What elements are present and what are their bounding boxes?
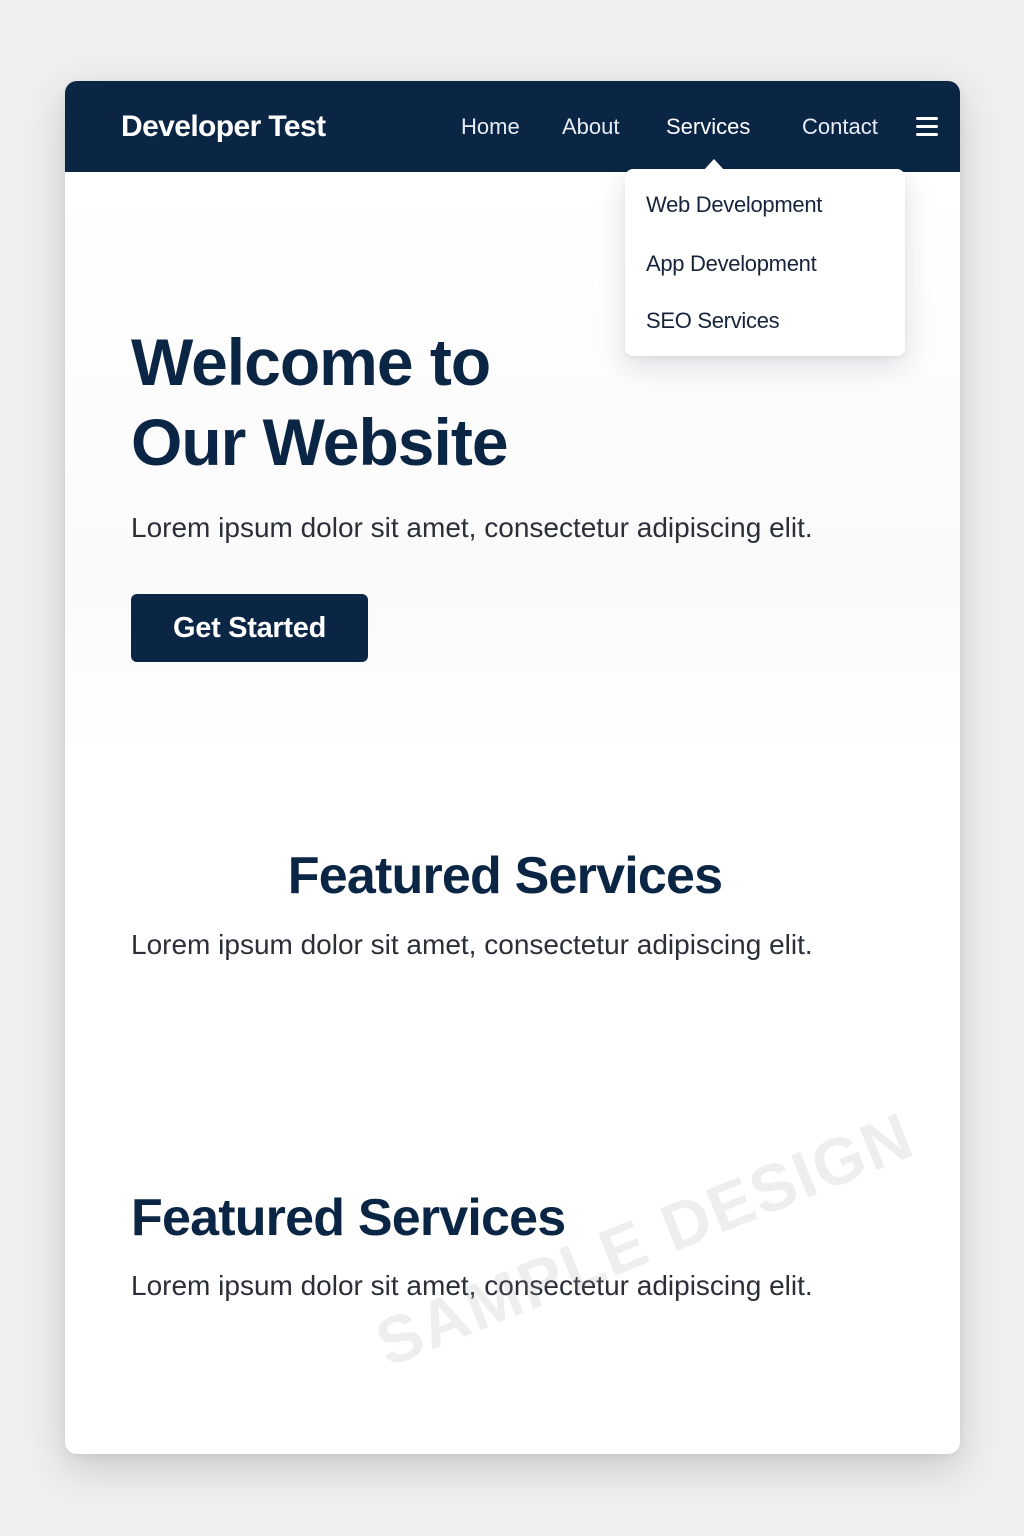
dropdown-item-seo-services[interactable]: SEO Services — [646, 307, 780, 335]
featured-services-heading: Featured Services — [131, 1189, 566, 1247]
menu-icon-bar — [916, 125, 938, 128]
dropdown-caret — [703, 159, 725, 171]
page-card: Developer Test Home About Services Conta… — [65, 81, 960, 1454]
brand-logo-text[interactable]: Developer Test — [121, 109, 326, 145]
hamburger-menu-icon[interactable] — [916, 117, 938, 137]
hero-description: Lorem ipsum dolor sit amet, consectetur … — [131, 512, 813, 543]
nav-link-services[interactable]: Services — [666, 113, 750, 141]
nav-link-contact[interactable]: Contact — [802, 113, 878, 141]
dropdown-item-app-development[interactable]: App Development — [646, 250, 817, 278]
get-started-button[interactable]: Get Started — [131, 594, 368, 662]
nav-link-home[interactable]: Home — [461, 113, 520, 141]
top-navbar: Developer Test Home About Services Conta… — [65, 81, 960, 172]
featured-services-heading: Featured Services — [287, 847, 723, 905]
featured-services-description: Lorem ipsum dolor sit amet, consectetur … — [131, 929, 813, 960]
menu-icon-bar — [916, 117, 938, 120]
services-dropdown-menu: Web Development App Development SEO Serv… — [625, 169, 905, 356]
hero-title: Welcome to Our Website — [131, 322, 651, 482]
hero-title-line-1: Welcome to — [131, 325, 491, 399]
featured-services-description: Lorem ipsum dolor sit amet, consectetur … — [131, 1270, 813, 1301]
nav-link-about[interactable]: About — [562, 113, 620, 141]
dropdown-item-web-development[interactable]: Web Development — [646, 191, 822, 219]
hero-title-line-2: Our Website — [131, 405, 509, 479]
menu-icon-bar — [916, 133, 938, 136]
